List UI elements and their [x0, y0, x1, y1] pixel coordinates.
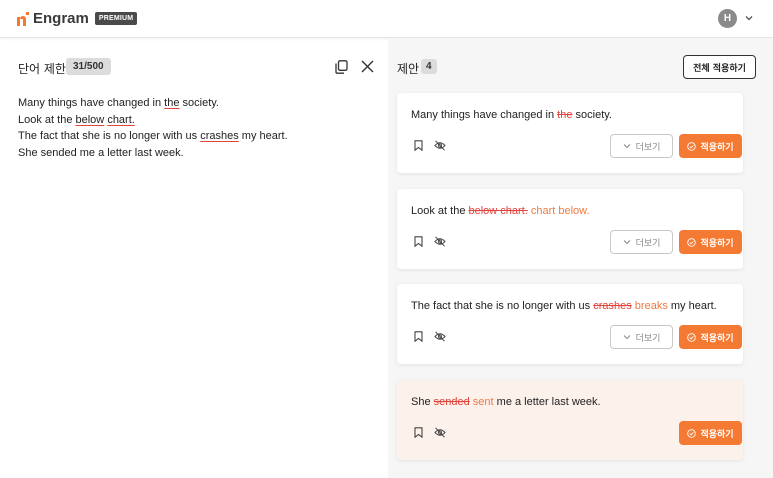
suggestion-text: The fact that she is no longer with us c… [411, 300, 717, 312]
hide-icon[interactable] [434, 331, 446, 342]
premium-badge: PREMIUM [94, 12, 138, 25]
apply-button[interactable]: 적용하기 [679, 230, 742, 254]
close-icon[interactable] [361, 60, 374, 73]
more-button[interactable]: 더보기 [610, 230, 673, 254]
word-count-badge: 31/500 [66, 58, 111, 75]
text-line: Look at the below chart. [18, 113, 135, 126]
chevron-down-icon [623, 144, 630, 149]
bookmark-icon[interactable] [414, 140, 423, 151]
app-header: Engram PREMIUM H [0, 0, 773, 38]
check-circle-icon [687, 332, 697, 342]
more-button[interactable]: 더보기 [610, 325, 673, 349]
text-line: She sended me a letter last week. [18, 146, 184, 159]
suggestion-text: Look at the below chart. chart below. [411, 205, 590, 217]
hide-icon[interactable] [434, 236, 446, 247]
error-word[interactable]: chart. [107, 114, 135, 126]
text-line: Many things have changed in the society. [18, 97, 219, 109]
suggestion-card[interactable]: The fact that she is no longer with us c… [397, 284, 743, 364]
check-circle-icon [687, 141, 697, 151]
hide-icon[interactable] [434, 427, 446, 438]
apply-button[interactable]: 적용하기 [679, 421, 742, 445]
suggestion-card[interactable]: Look at the below chart. chart below. 더보… [397, 189, 743, 269]
text-line: The fact that she is no longer with us c… [18, 130, 288, 142]
apply-all-button[interactable]: 전체 적용하기 [683, 55, 756, 79]
logo[interactable]: Engram PREMIUM [17, 10, 138, 27]
logo-icon [17, 11, 29, 26]
apply-button[interactable]: 적용하기 [679, 325, 742, 349]
chevron-down-icon[interactable] [744, 13, 754, 23]
chevron-down-icon [623, 240, 630, 245]
avatar[interactable]: H [718, 9, 737, 28]
error-word[interactable]: the [164, 97, 179, 109]
document-text[interactable]: Many things have changed in the society.… [18, 95, 288, 161]
suggestion-text: Many things have changed in the society. [411, 109, 612, 121]
check-circle-icon [687, 428, 697, 438]
hide-icon[interactable] [434, 140, 446, 151]
suggestion-text: She sended sent me a letter last week. [411, 396, 601, 408]
copy-icon[interactable] [335, 60, 348, 74]
bookmark-icon[interactable] [414, 236, 423, 247]
word-limit-label: 단어 제한 [18, 62, 66, 76]
bookmark-icon[interactable] [414, 331, 423, 342]
error-word[interactable]: below [76, 114, 105, 126]
apply-button[interactable]: 적용하기 [679, 134, 742, 158]
check-circle-icon [687, 237, 697, 247]
error-word[interactable]: crashes [200, 130, 239, 142]
more-button[interactable]: 더보기 [610, 134, 673, 158]
suggestions-count-badge: 4 [421, 59, 437, 74]
suggestions-title: 제안 [397, 62, 420, 76]
app-name: Engram [33, 10, 89, 27]
suggestion-card-active[interactable]: She sended sent me a letter last week. 적… [397, 380, 743, 460]
bookmark-icon[interactable] [414, 427, 423, 438]
suggestion-card[interactable]: Many things have changed in the society.… [397, 93, 743, 173]
chevron-down-icon [623, 335, 630, 340]
suggestions-panel: 제안 4 전체 적용하기 Many things have changed in… [388, 38, 773, 478]
editor-panel: 단어 제한 31/500 Many things have changed in… [0, 38, 388, 478]
